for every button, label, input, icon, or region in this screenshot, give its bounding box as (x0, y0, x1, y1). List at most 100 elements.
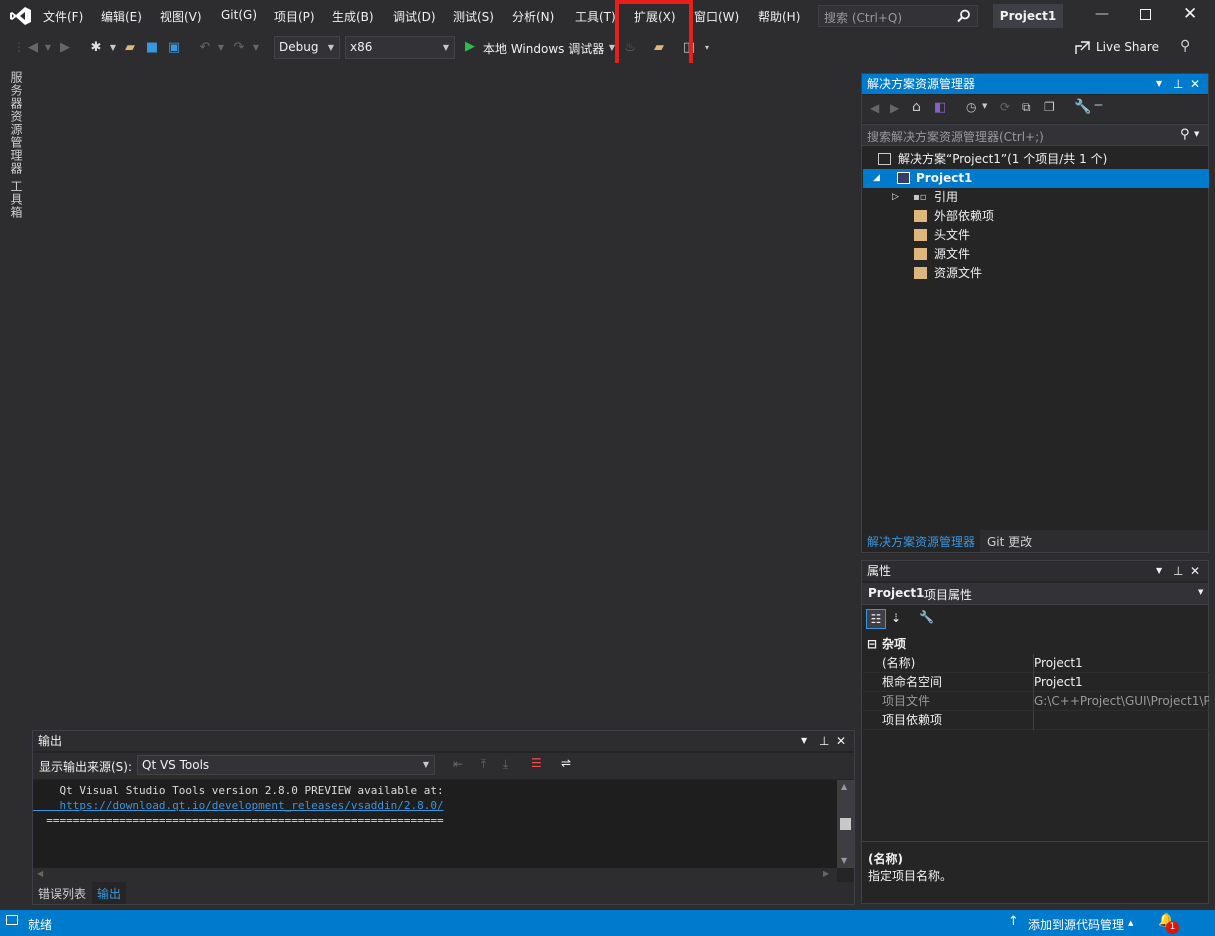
undo-icon[interactable]: ↶ (196, 39, 214, 57)
tree-solution-node[interactable]: 解决方案“Project1”(1 个项目/共 1 个) (863, 150, 1209, 169)
menu-analyze[interactable]: 分析(N) (512, 8, 554, 25)
status-bar: 就绪 ↑ 添加到源代码管理 ▲ 🔔 1 (0, 910, 1215, 936)
add-to-source-control-button[interactable]: 添加到源代码管理 (1028, 916, 1124, 933)
collapsed-arrow-icon[interactable]: ▷ (892, 188, 899, 207)
close-icon[interactable]: ✕ (1183, 4, 1197, 24)
vertical-scrollbar[interactable]: ▲ ▼ (837, 780, 854, 868)
collapse-all-icon[interactable]: ⧉ (1022, 100, 1031, 115)
menu-file[interactable]: 文件(F) (43, 8, 83, 25)
previous-message-icon[interactable]: ⤒ (481, 757, 486, 772)
platform-select[interactable]: x86 ▼ (345, 36, 455, 59)
alphabetical-icon[interactable]: ⇣ (891, 611, 901, 625)
preview-icon[interactable]: ‒ (1094, 97, 1103, 113)
toolbox-tab[interactable]: 工具箱 (8, 180, 25, 219)
tab-solution-explorer[interactable]: 解决方案资源管理器 (862, 530, 981, 552)
redo-icon[interactable]: ↷ (230, 39, 248, 57)
save-all-icon[interactable]: ▣ (165, 39, 183, 57)
close-panel-icon[interactable]: ✕ (836, 731, 846, 751)
open-folder-icon[interactable]: ▰ (121, 39, 139, 57)
word-wrap-icon[interactable]: ⇌ (561, 756, 571, 770)
feedback-icon[interactable]: ⚲ (1180, 38, 1190, 54)
close-panel-icon[interactable]: ✕ (1190, 74, 1200, 94)
tab-error-list[interactable]: 错误列表 (33, 882, 91, 904)
menu-tools[interactable]: 工具(T) (575, 8, 616, 25)
live-share-button[interactable]: Live Share (1096, 40, 1159, 54)
pin-icon[interactable]: ⊥ (819, 731, 829, 751)
undo-dropdown-icon[interactable]: ▼ (216, 39, 226, 57)
menu-git[interactable]: Git(G) (221, 8, 257, 22)
scroll-up-icon[interactable]: ▲ (841, 782, 847, 791)
tab-git-changes[interactable]: Git 更改 (982, 530, 1037, 552)
scroll-left-icon[interactable]: ◀ (37, 869, 43, 878)
scroll-right-icon[interactable]: ▶ (823, 869, 829, 878)
property-row[interactable]: 项目文件 G:\C++Project\GUI\Project1\P (863, 692, 1209, 711)
solution-search-input[interactable]: 搜索解决方案资源管理器(Ctrl+;) ⚲ ▼ (862, 124, 1208, 146)
tree-header-files-node[interactable]: 头文件 (863, 226, 1209, 245)
tab-output[interactable]: 输出 (92, 882, 127, 904)
close-panel-icon[interactable]: ✕ (1190, 561, 1200, 581)
back-icon[interactable]: ◀ (24, 39, 42, 57)
search-box[interactable]: 搜索 (Ctrl+Q) (818, 5, 978, 27)
object-selector[interactable]: Project1 项目属性 ▼ (862, 583, 1208, 605)
next-message-icon[interactable]: ⤓ (503, 757, 508, 772)
switch-views-icon[interactable]: ◧ (934, 100, 946, 115)
scrollbar-thumb[interactable] (840, 818, 851, 830)
category-misc[interactable]: ⊟ 杂项 (863, 635, 1209, 654)
configuration-select[interactable]: Debug ▼ (274, 36, 340, 59)
clear-all-icon[interactable]: ☰ (531, 756, 542, 770)
sync-icon[interactable]: ⟳ (1000, 100, 1010, 114)
back-icon[interactable]: ◀ (870, 101, 879, 115)
menu-project[interactable]: 项目(P) (274, 8, 315, 25)
new-project-icon[interactable]: ✱ (87, 39, 105, 57)
save-icon[interactable]: ■ (143, 39, 161, 57)
show-all-files-icon[interactable]: ❐ (1044, 100, 1055, 114)
minimize-icon[interactable]: — (1095, 6, 1109, 22)
property-row[interactable]: (名称) Project1 (863, 654, 1209, 673)
property-pages-icon[interactable]: 🔧 (919, 610, 934, 624)
panel-menu-icon[interactable]: ▼ (801, 731, 807, 751)
menu-help[interactable]: 帮助(H) (758, 8, 800, 25)
collapse-icon[interactable]: ⊟ (867, 635, 877, 654)
scroll-down-icon[interactable]: ▼ (841, 856, 847, 865)
tree-resource-files-node[interactable]: 资源文件 (863, 264, 1209, 283)
tree-source-files-node[interactable]: 源文件 (863, 245, 1209, 264)
pin-icon[interactable]: ⊥ (1173, 74, 1183, 94)
description-splitter[interactable] (862, 841, 1208, 842)
source-control-dropdown-icon[interactable]: ▲ (1128, 919, 1133, 927)
redo-dropdown-icon[interactable]: ▼ (251, 39, 261, 57)
menu-view[interactable]: 视图(V) (160, 8, 202, 25)
menu-edit[interactable]: 编辑(E) (101, 8, 142, 25)
menu-build[interactable]: 生成(B) (332, 8, 374, 25)
horizontal-scrollbar[interactable]: ◀ ▶ (33, 868, 837, 882)
properties-wrench-icon[interactable]: 🔧 (1074, 99, 1091, 115)
server-explorer-tab[interactable]: 服务器资源管理器 (8, 71, 25, 175)
tree-project-node[interactable]: ◢ Project1 (863, 169, 1209, 188)
pin-icon[interactable]: ⊥ (1173, 561, 1183, 581)
output-source-select[interactable]: Qt VS Tools ▼ (137, 755, 435, 775)
expanded-arrow-icon[interactable]: ◢ (873, 169, 880, 188)
back-dropdown-icon[interactable]: ▼ (43, 39, 53, 57)
tree-references-node[interactable]: ▷ ▪▫ 引用 (863, 188, 1209, 207)
menu-test[interactable]: 测试(S) (453, 8, 494, 25)
history-icon[interactable]: ◷ (966, 100, 976, 114)
go-to-line-icon[interactable]: ⇤ (453, 757, 463, 771)
search-dropdown-icon[interactable]: ▼ (1194, 130, 1199, 138)
home-icon[interactable]: ⌂ (912, 99, 921, 115)
forward-icon[interactable]: ▶ (890, 101, 899, 115)
property-row[interactable]: 根命名空间 Project1 (863, 673, 1209, 692)
maximize-icon[interactable] (1140, 9, 1151, 20)
property-row[interactable]: 项目依赖项 (863, 711, 1209, 730)
start-debugging-button[interactable]: 本地 Windows 调试器 (483, 40, 604, 57)
output-link[interactable]: https://download.qt.io/development_relea… (33, 798, 837, 813)
categorized-icon[interactable]: ☷ (866, 609, 886, 629)
toolbar-overflow-icon[interactable]: ▾ (702, 39, 712, 57)
menu-window[interactable]: 窗口(W) (694, 8, 739, 25)
history-dropdown-icon[interactable]: ▼ (982, 102, 987, 110)
forward-icon[interactable]: ▶ (56, 39, 74, 57)
new-dropdown-icon[interactable]: ▼ (108, 39, 118, 57)
tree-external-deps-node[interactable]: 外部依赖项 (863, 207, 1209, 226)
output-text[interactable]: Qt Visual Studio Tools version 2.8.0 PRE… (33, 780, 837, 868)
menu-debug[interactable]: 调试(D) (393, 8, 436, 25)
panel-menu-icon[interactable]: ▼ (1156, 561, 1162, 581)
panel-menu-icon[interactable]: ▼ (1156, 74, 1162, 94)
